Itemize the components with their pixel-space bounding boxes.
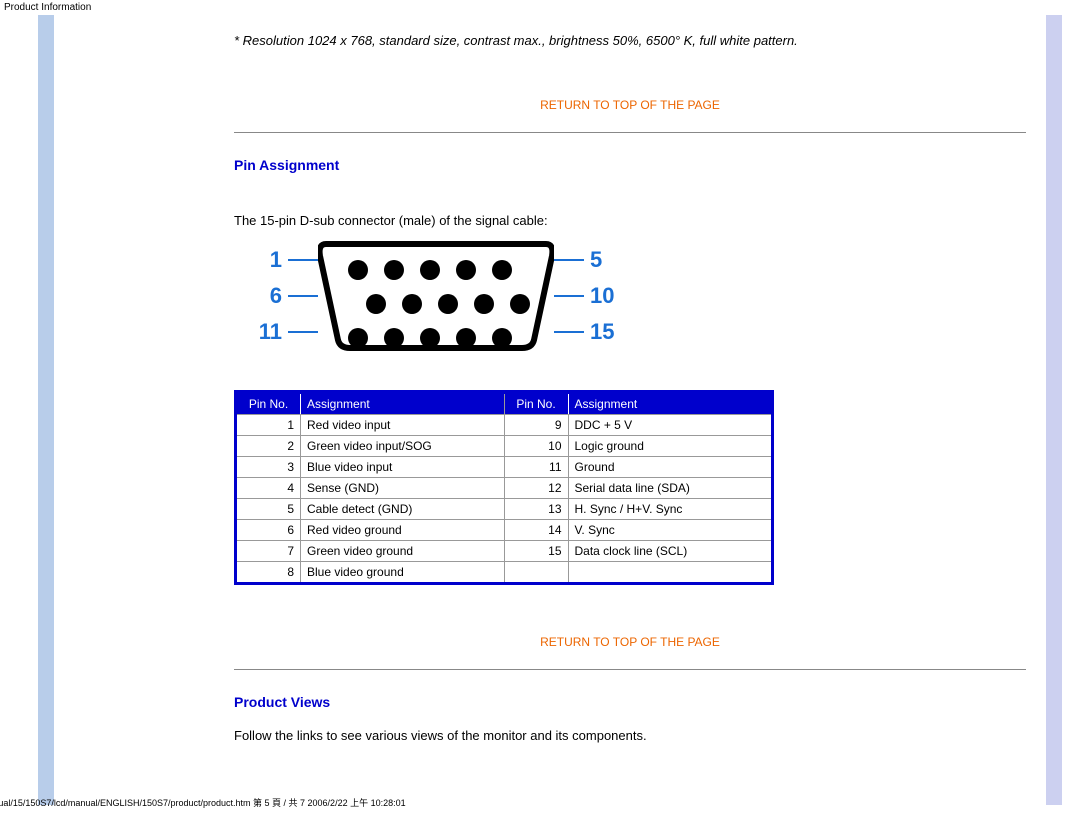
right-blue-rail [1046,15,1062,805]
pin-assignment-heading: Pin Assignment [234,157,1026,173]
pin-label-15: 15 [584,319,618,345]
page-layout: * Resolution 1024 x 768, standard size, … [0,15,1080,805]
header-pin-no: Pin No. [505,394,569,414]
pin-dot-icon [456,328,476,348]
cell-assignment: DDC + 5 V [569,415,772,435]
left-blue-rail [38,15,54,805]
table-row: 12Serial data line (SDA) [505,477,772,498]
cell-pin-no: 7 [237,541,301,561]
cell-assignment: Logic ground [569,436,772,456]
cell-assignment: Green video ground [301,541,504,561]
divider [234,132,1026,133]
table-row: 6Red video ground [237,519,504,540]
pin-dots-row [318,242,554,350]
cell-assignment: H. Sync / H+V. Sync [569,499,772,519]
pin-label-6: 6 [258,283,288,309]
table-row: 2Green video input/SOG [237,435,504,456]
left-margin [0,15,38,805]
cell-pin-no: 8 [237,562,301,582]
pin-label-10: 10 [584,283,618,309]
pin-dot-icon [492,328,512,348]
pin-dot-icon [384,328,404,348]
cell-assignment: Data clock line (SCL) [569,541,772,561]
table-row: 9DDC + 5 V [505,414,772,435]
cell-assignment: Ground [569,457,772,477]
cell-pin-no: 13 [505,499,569,519]
page-header: Product Information [0,0,1080,15]
table-header-row: Pin No. Assignment [237,394,504,414]
table-row: 11Ground [505,456,772,477]
table-row: 1Red video input [237,414,504,435]
table-row: 7Green video ground [237,540,504,561]
table-row: 4Sense (GND) [237,477,504,498]
lead-line [288,295,318,297]
return-top-link[interactable]: RETURN TO TOP OF THE PAGE [234,635,1026,649]
table-row: 14V. Sync [505,519,772,540]
pin-label-11: 11 [258,319,288,345]
table-row: 10Logic ground [505,435,772,456]
content-area: * Resolution 1024 x 768, standard size, … [54,15,1046,805]
cell-pin-no: 4 [237,478,301,498]
right-margin [1062,15,1080,805]
cell-assignment: Blue video ground [301,562,504,582]
header-pin-no: Pin No. [237,394,301,414]
pin-dot-icon [420,328,440,348]
header-assignment: Assignment [569,394,772,414]
table-row: 3Blue video input [237,456,504,477]
pin-table-left-col: Pin No. Assignment 1Red video input 2Gre… [237,394,505,582]
lead-line [554,331,584,333]
lead-line [288,331,318,333]
cell-assignment: Blue video input [301,457,504,477]
cell-pin-no: 14 [505,520,569,540]
lead-line [554,295,584,297]
pin-table-right-col: Pin No. Assignment 9DDC + 5 V 10Logic gr… [505,394,772,582]
lead-line [554,259,584,261]
pin-dot-icon [348,328,368,348]
cell-assignment: Serial data line (SDA) [569,478,772,498]
product-views-heading: Product Views [234,694,1026,710]
cell-assignment: Red video input [301,415,504,435]
cell-pin-no: 15 [505,541,569,561]
cell-pin-no: 3 [237,457,301,477]
cell-pin-no: 5 [237,499,301,519]
table-row: 8Blue video ground [237,561,504,582]
cell-assignment: Cable detect (GND) [301,499,504,519]
table-header-row: Pin No. Assignment [505,394,772,414]
cell-assignment: Red video ground [301,520,504,540]
cell-pin-no: 2 [237,436,301,456]
pin-intro-text: The 15-pin D-sub connector (male) of the… [234,213,1026,228]
dsub-connector-diagram: 1 5 6 10 11 15 [258,242,618,350]
pin-assignment-table: Pin No. Assignment 1Red video input 2Gre… [234,390,774,585]
return-top-link[interactable]: RETURN TO TOP OF THE PAGE [234,98,1026,112]
cell-pin-no: 11 [505,457,569,477]
cell-assignment: Green video input/SOG [301,436,504,456]
cell-assignment: V. Sync [569,520,772,540]
cell-pin-no: 1 [237,415,301,435]
cell-pin-no: 12 [505,478,569,498]
footer-file-path: file:///F|/OEM MODELS/philips/CD Manual/… [0,794,898,811]
table-row: 13H. Sync / H+V. Sync [505,498,772,519]
cell-pin-no: 10 [505,436,569,456]
product-views-intro: Follow the links to see various views of… [234,728,1026,743]
resolution-note: * Resolution 1024 x 768, standard size, … [234,33,1026,48]
cell-assignment: Sense (GND) [301,478,504,498]
table-row: 15Data clock line (SCL) [505,540,772,561]
pin-label-5: 5 [584,247,618,273]
table-row-empty: .. [505,561,772,582]
cell-pin-no: 6 [237,520,301,540]
pin-label-1: 1 [258,247,288,273]
header-assignment: Assignment [301,394,504,414]
cell-pin-no: 9 [505,415,569,435]
divider [234,669,1026,670]
lead-line [288,259,318,261]
table-row: 5Cable detect (GND) [237,498,504,519]
